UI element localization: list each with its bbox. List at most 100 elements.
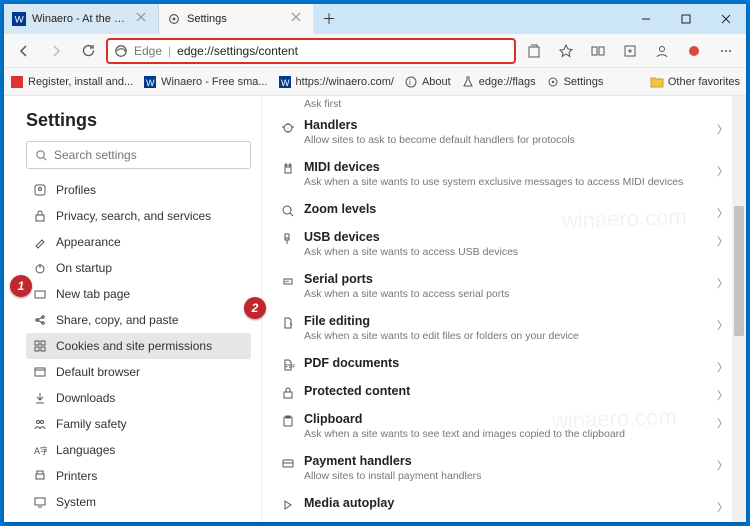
permission-midi-devices[interactable]: MIDI devicesAsk when a site wants to use… <box>270 152 738 194</box>
permission-icon <box>280 315 296 331</box>
permission-desc: Ask when a site wants to see text and im… <box>304 428 728 440</box>
bookmarks-bar: Register, install and... WWinaero - Free… <box>4 68 746 96</box>
forward-button[interactable] <box>42 37 70 65</box>
chevron-right-icon: 〉 <box>717 275 728 291</box>
chevron-right-icon: 〉 <box>717 121 728 137</box>
nav-family[interactable]: Family safety <box>26 411 251 437</box>
svg-text:A字: A字 <box>34 445 47 456</box>
bookmark-label: About <box>422 76 451 88</box>
settings-sidebar: Settings Search settings Profiles Privac… <box>4 96 262 522</box>
chevron-right-icon: 〉 <box>717 387 728 403</box>
folder-icon <box>650 76 664 88</box>
permission-insecure-content[interactable]: Insecure contentInsecure content is bloc… <box>270 516 738 522</box>
back-button[interactable] <box>10 37 38 65</box>
nav-label: Default browser <box>56 365 140 379</box>
nav-system[interactable]: System <box>26 489 251 515</box>
nav-downloads[interactable]: Downloads <box>26 385 251 411</box>
close-window-button[interactable] <box>706 4 746 34</box>
minimize-button[interactable] <box>626 4 666 34</box>
nav-appearance[interactable]: Appearance <box>26 229 251 255</box>
read-aloud-button[interactable] <box>520 37 548 65</box>
language-icon: A字 <box>32 442 48 458</box>
nav-label: Printers <box>56 469 97 483</box>
nav-share[interactable]: Share, copy, and paste <box>26 307 251 333</box>
toolbar: Edge | edge://settings/content <box>4 34 746 68</box>
favorite-button[interactable] <box>552 37 580 65</box>
nav-cookies[interactable]: Cookies and site permissions <box>26 333 251 359</box>
bookmark-item[interactable]: WWinaero - Free sma... <box>143 75 267 89</box>
bookmark-item[interactable]: Register, install and... <box>10 75 133 89</box>
bookmark-icon: W <box>143 75 157 89</box>
search-settings-input[interactable]: Search settings <box>26 141 251 169</box>
nav-profiles[interactable]: Profiles <box>26 177 251 203</box>
tab-winaero[interactable]: W Winaero - At the edge of tweaki <box>4 4 159 34</box>
chevron-right-icon: 〉 <box>717 499 728 515</box>
svg-text:W: W <box>15 15 25 26</box>
maximize-button[interactable] <box>666 4 706 34</box>
bookmark-item[interactable]: edge://flags <box>461 75 536 89</box>
permission-payment-handlers[interactable]: Payment handlersAllow sites to install p… <box>270 446 738 488</box>
nav-label: Downloads <box>56 391 115 405</box>
permission-handlers[interactable]: HandlersAllow sites to ask to become def… <box>270 110 738 152</box>
close-icon[interactable] <box>291 12 305 26</box>
permission-pdf-documents[interactable]: PDFPDF documents〉 <box>270 348 738 376</box>
scrollbar-thumb[interactable] <box>734 206 744 336</box>
bookmark-item[interactable]: iAbout <box>404 75 451 89</box>
chevron-right-icon: 〉 <box>717 233 728 249</box>
profile-button[interactable] <box>648 37 676 65</box>
nav-reset[interactable]: Reset settings <box>26 515 251 522</box>
nav-printers[interactable]: Printers <box>26 463 251 489</box>
permission-protected-content[interactable]: Protected content〉 <box>270 376 738 404</box>
permission-serial-ports[interactable]: Serial portsAsk when a site wants to acc… <box>270 264 738 306</box>
extension-button[interactable] <box>680 37 708 65</box>
permission-clipboard[interactable]: ClipboardAsk when a site wants to see te… <box>270 404 738 446</box>
new-tab-button[interactable]: ＋ <box>314 4 344 34</box>
other-favorites[interactable]: Other favorites <box>650 76 740 88</box>
address-bar[interactable]: Edge | edge://settings/content <box>106 38 516 64</box>
system-icon <box>32 494 48 510</box>
nav-label: Family safety <box>56 417 127 431</box>
brush-icon <box>32 234 48 250</box>
permission-icon <box>280 203 296 219</box>
cutoff-text: Ask first <box>270 96 738 110</box>
permission-desc: Ask when a site wants to access USB devi… <box>304 246 728 258</box>
nav-startup[interactable]: On startup <box>26 255 251 281</box>
permission-usb-devices[interactable]: USB devicesAsk when a site wants to acce… <box>270 222 738 264</box>
share-icon <box>32 312 48 328</box>
permission-icon <box>280 231 296 247</box>
permission-media-autoplay[interactable]: Media autoplay〉 <box>270 488 738 516</box>
collections-button[interactable] <box>616 37 644 65</box>
nav-languages[interactable]: A字Languages <box>26 437 251 463</box>
titlebar: W Winaero - At the edge of tweaki Settin… <box>4 4 746 34</box>
nav-default-browser[interactable]: Default browser <box>26 359 251 385</box>
permission-icon: PDF <box>280 357 296 373</box>
permission-title: Serial ports <box>304 272 728 286</box>
bookmark-item[interactable]: Settings <box>546 75 604 89</box>
lock-icon <box>32 208 48 224</box>
refresh-button[interactable] <box>74 37 102 65</box>
chevron-right-icon: 〉 <box>717 457 728 473</box>
nav-label: On startup <box>56 261 112 275</box>
tab-label: Settings <box>187 13 285 25</box>
permission-zoom-levels[interactable]: Zoom levels〉 <box>270 194 738 222</box>
address-separator: | <box>168 44 171 58</box>
power-icon <box>32 260 48 276</box>
tab-settings[interactable]: Settings <box>159 4 314 34</box>
permission-icon <box>280 385 296 401</box>
bookmark-label: Settings <box>564 76 604 88</box>
permission-title: Zoom levels <box>304 202 728 216</box>
scrollbar[interactable] <box>732 96 746 522</box>
menu-button[interactable] <box>712 37 740 65</box>
chevron-right-icon: 〉 <box>717 415 728 431</box>
permission-file-editing[interactable]: File editingAsk when a site wants to edi… <box>270 306 738 348</box>
bookmark-item[interactable]: Whttps://winaero.com/ <box>278 75 394 89</box>
favorites-bar-button[interactable] <box>584 37 612 65</box>
nav-privacy[interactable]: Privacy, search, and services <box>26 203 251 229</box>
permission-title: Payment handlers <box>304 454 728 468</box>
page-title: Settings <box>26 110 251 131</box>
bookmark-label: Register, install and... <box>28 76 133 88</box>
search-placeholder: Search settings <box>54 148 137 162</box>
nav-newtab[interactable]: New tab page <box>26 281 251 307</box>
permission-desc: Ask when a site wants to edit files or f… <box>304 330 728 342</box>
close-icon[interactable] <box>136 12 150 26</box>
